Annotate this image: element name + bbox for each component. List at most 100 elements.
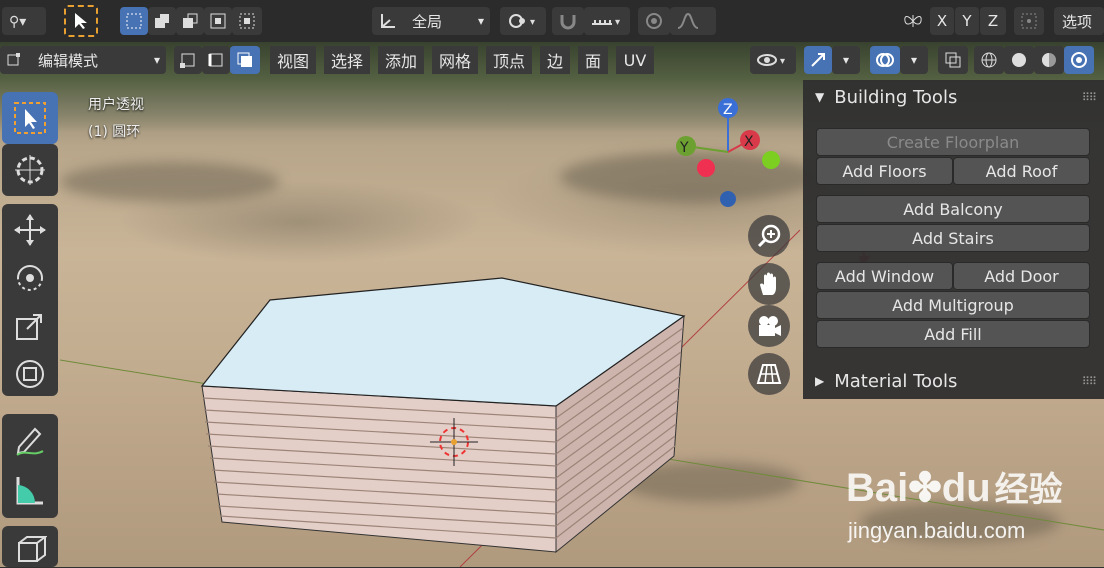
drag-handle-icon[interactable]: ⠿⠿ [1082, 375, 1097, 388]
add-floors-button[interactable]: Add Floors [816, 157, 953, 185]
transform-orientation-select[interactable]: 全局 ▾ [372, 7, 490, 35]
menu-face[interactable]: 面 [578, 46, 608, 74]
drag-handle-icon[interactable]: ⠿⠿ [1082, 91, 1097, 104]
mode-select[interactable]: 编辑模式 ▾ [0, 46, 166, 74]
add-window-button[interactable]: Add Window [816, 262, 953, 290]
menu-select[interactable]: 选择 [324, 46, 370, 74]
xray-icon [945, 52, 961, 68]
select-box-tool[interactable] [2, 92, 58, 144]
paw-icon: ✤ [908, 466, 942, 510]
face-mode-icon [237, 52, 252, 67]
mirror-z-button[interactable]: Z [980, 7, 1006, 35]
auto-merge-toggle[interactable] [1014, 7, 1044, 35]
transform-tools-group [2, 204, 58, 396]
chevron-right-icon: ▶ [815, 374, 825, 388]
material-tools-header[interactable]: ▶ Material Tools ⠿⠿ [803, 364, 1104, 398]
select-new-mode[interactable] [120, 7, 148, 35]
zoom-button[interactable] [748, 215, 790, 257]
hand-icon [760, 272, 776, 295]
rendered-shading[interactable] [1064, 46, 1094, 74]
baidu-watermark: Bai✤du 经验 jingyan.baidu.com [846, 462, 1096, 552]
select-extend-mode[interactable] [148, 7, 176, 35]
vertex-select-mode[interactable] [174, 46, 202, 74]
menu-view[interactable]: 视图 [270, 46, 316, 74]
wireframe-shading[interactable] [974, 46, 1004, 74]
add-fill-button[interactable]: Add Fill [816, 320, 1090, 348]
viewport-header: ⚲▾ 全局 ▾ ▾ ▾ X Y Z 选项 [0, 0, 1104, 42]
building-tools-title: Building Tools [834, 86, 958, 108]
chevron-down-icon: ▼ [815, 90, 825, 104]
svg-text:X: X [744, 134, 754, 150]
select-invert-mode[interactable] [204, 7, 232, 35]
view-name: 用户透视 [88, 97, 144, 113]
add-roof-button[interactable]: Add Roof [953, 157, 1090, 185]
watermark-brand: Bai✤du 经验 [846, 466, 1063, 510]
snap-target-select[interactable]: ▾ [584, 7, 630, 35]
gizmo-menu[interactable]: ▾ [832, 46, 860, 74]
add-cube-icon [12, 532, 48, 568]
add-door-button[interactable]: Add Door [953, 262, 1090, 290]
mirror-x-button[interactable]: X [930, 7, 954, 35]
snap-toggle[interactable] [552, 7, 584, 35]
annotate-pencil-icon[interactable] [12, 422, 48, 458]
gizmo-neg-z [720, 191, 736, 207]
rendered-sphere-icon [1071, 52, 1087, 68]
camera-icon [759, 316, 781, 336]
edit-mode-icon [7, 53, 20, 66]
menu-add[interactable]: 添加 [378, 46, 424, 74]
select-tool-button[interactable] [64, 5, 98, 37]
wireframe-sphere-icon [981, 52, 997, 68]
material-tools-title: Material Tools [834, 370, 958, 392]
editor-type-button[interactable]: ⚲▾ [2, 7, 46, 35]
pan-button[interactable] [748, 263, 790, 305]
overlays-menu[interactable]: ▾ [900, 46, 928, 74]
face-select-mode[interactable] [230, 46, 260, 74]
pivot-point-select[interactable]: ▾ [500, 7, 546, 35]
select-intersect-mode[interactable] [232, 7, 262, 35]
menu-vertex[interactable]: 顶点 [486, 46, 532, 74]
solid-shading[interactable] [1004, 46, 1034, 74]
measure-icon[interactable] [12, 472, 48, 508]
select-subtract-mode[interactable] [176, 7, 204, 35]
watermark-url: jingyan.baidu.com [848, 518, 1026, 543]
transform-icon[interactable] [12, 356, 48, 392]
create-floorplan-button[interactable]: Create Floorplan [816, 128, 1090, 156]
proportional-edit-toggle[interactable] [638, 7, 670, 35]
building-tools-header[interactable]: ▼ Building Tools ⠿⠿ [803, 80, 1104, 114]
menu-edge[interactable]: 边 [540, 46, 570, 74]
overlays-icon [876, 53, 894, 67]
magnet-icon [560, 15, 576, 30]
add-multigroup-button[interactable]: Add Multigroup [816, 291, 1090, 319]
svg-text:Z: Z [723, 102, 733, 118]
material-preview-shading[interactable] [1034, 46, 1064, 74]
options-menu[interactable]: 选项 [1054, 7, 1104, 35]
visibility-select[interactable]: ▾ [750, 46, 796, 74]
zoom-icon [757, 224, 781, 248]
scale-icon[interactable] [12, 308, 48, 344]
menu-mesh[interactable]: 网格 [432, 46, 478, 74]
pivot-icon: ▾ [509, 14, 535, 28]
chevron-down-icon: ▾ [910, 53, 918, 67]
add-balcony-button[interactable]: Add Balcony [816, 195, 1090, 223]
mirror-y-button[interactable]: Y [955, 7, 979, 35]
3d-cursor-icon [12, 152, 48, 188]
mirror-toggle[interactable] [898, 7, 928, 35]
xray-toggle[interactable] [938, 46, 968, 74]
add-cube-tool[interactable] [2, 526, 58, 567]
falloff-curve-icon [677, 12, 699, 29]
cursor-tool[interactable] [2, 144, 58, 196]
navigation-gizmo[interactable]: Z X Y [660, 88, 800, 218]
add-stairs-button[interactable]: Add Stairs [816, 224, 1090, 252]
vertex-mode-icon [180, 53, 195, 68]
falloff-select[interactable] [670, 7, 716, 35]
move-icon[interactable] [12, 212, 48, 248]
menu-uv[interactable]: UV [616, 46, 654, 74]
gizmo-toggle[interactable] [804, 46, 832, 74]
material-sphere-icon [1042, 53, 1056, 67]
edge-select-mode[interactable] [202, 46, 230, 74]
annotate-tools-group [2, 414, 58, 518]
ortho-toggle-button[interactable] [748, 353, 790, 395]
rotate-icon[interactable] [12, 260, 48, 296]
camera-view-button[interactable] [748, 305, 790, 347]
overlays-toggle[interactable] [870, 46, 900, 74]
